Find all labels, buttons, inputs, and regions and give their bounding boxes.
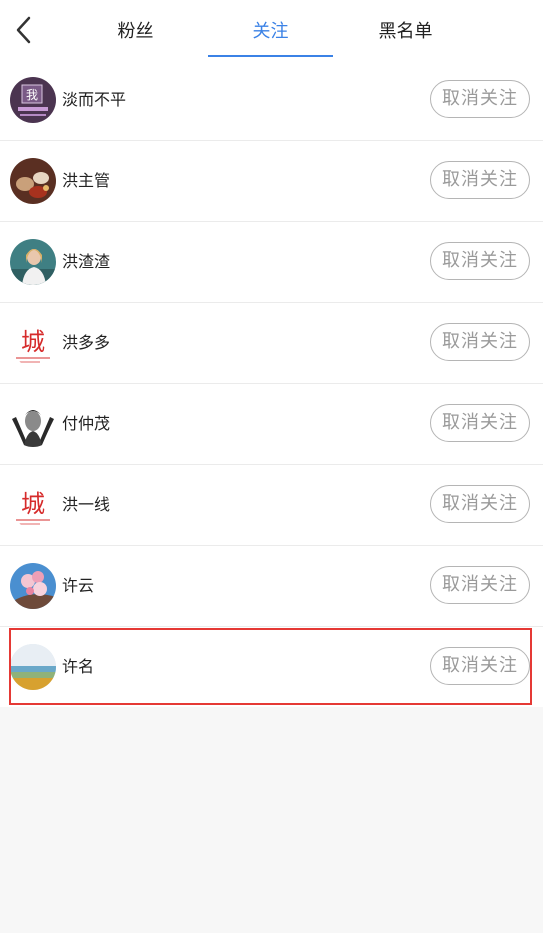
unfollow-button[interactable]: 取消关注 xyxy=(430,566,530,604)
avatar xyxy=(10,239,56,285)
avatar xyxy=(10,563,56,609)
avatar: 城 xyxy=(10,320,56,366)
unfollow-button[interactable]: 取消关注 xyxy=(430,485,530,523)
avatar xyxy=(10,401,56,447)
active-tab-indicator xyxy=(208,55,333,57)
unfollow-button[interactable]: 取消关注 xyxy=(430,242,530,280)
back-button[interactable] xyxy=(8,14,38,46)
avatar xyxy=(10,644,56,690)
svg-text:我: 我 xyxy=(26,88,38,102)
unfollow-button[interactable]: 取消关注 xyxy=(430,161,530,199)
tab-fans[interactable]: 粉丝 xyxy=(73,0,198,60)
unfollow-button[interactable]: 取消关注 xyxy=(430,647,530,685)
avatar: 我 xyxy=(10,77,56,123)
avatar: 城 xyxy=(10,482,56,528)
tab-blacklist[interactable]: 黑名单 xyxy=(343,0,468,60)
list-item[interactable]: 许云 取消关注 xyxy=(0,546,543,627)
list-item[interactable]: 付仲茂 取消关注 xyxy=(0,384,543,465)
list-item[interactable]: 城 洪多多 取消关注 xyxy=(0,303,543,384)
user-name: 许云 xyxy=(62,576,95,595)
user-name: 洪多多 xyxy=(62,333,111,352)
list-item[interactable]: 洪渣渣 取消关注 xyxy=(0,222,543,303)
user-name: 洪渣渣 xyxy=(62,252,111,271)
user-name: 付仲茂 xyxy=(62,414,111,433)
following-list: 我 淡而不平 取消关注 洪主管 取消关注 洪渣渣 取消关注 城 洪多多 取消关注… xyxy=(0,60,543,707)
svg-text:城: 城 xyxy=(21,490,45,518)
chevron-left-icon xyxy=(16,16,31,44)
avatar xyxy=(10,158,56,204)
user-name: 许名 xyxy=(62,657,95,676)
list-item[interactable]: 许名 取消关注 xyxy=(0,627,543,707)
unfollow-button[interactable]: 取消关注 xyxy=(430,80,530,118)
list-item[interactable]: 我 淡而不平 取消关注 xyxy=(0,60,543,141)
list-item[interactable]: 城 洪一线 取消关注 xyxy=(0,465,543,546)
list-item[interactable]: 洪主管 取消关注 xyxy=(0,141,543,222)
tab-following[interactable]: 关注 xyxy=(208,0,333,60)
user-name: 洪主管 xyxy=(62,171,111,190)
unfollow-button[interactable]: 取消关注 xyxy=(430,323,530,361)
unfollow-button[interactable]: 取消关注 xyxy=(430,404,530,442)
svg-text:城: 城 xyxy=(21,328,45,356)
top-tab-bar: 粉丝 关注 黑名单 xyxy=(0,0,543,60)
user-name: 洪一线 xyxy=(62,495,111,514)
user-name: 淡而不平 xyxy=(62,90,127,109)
